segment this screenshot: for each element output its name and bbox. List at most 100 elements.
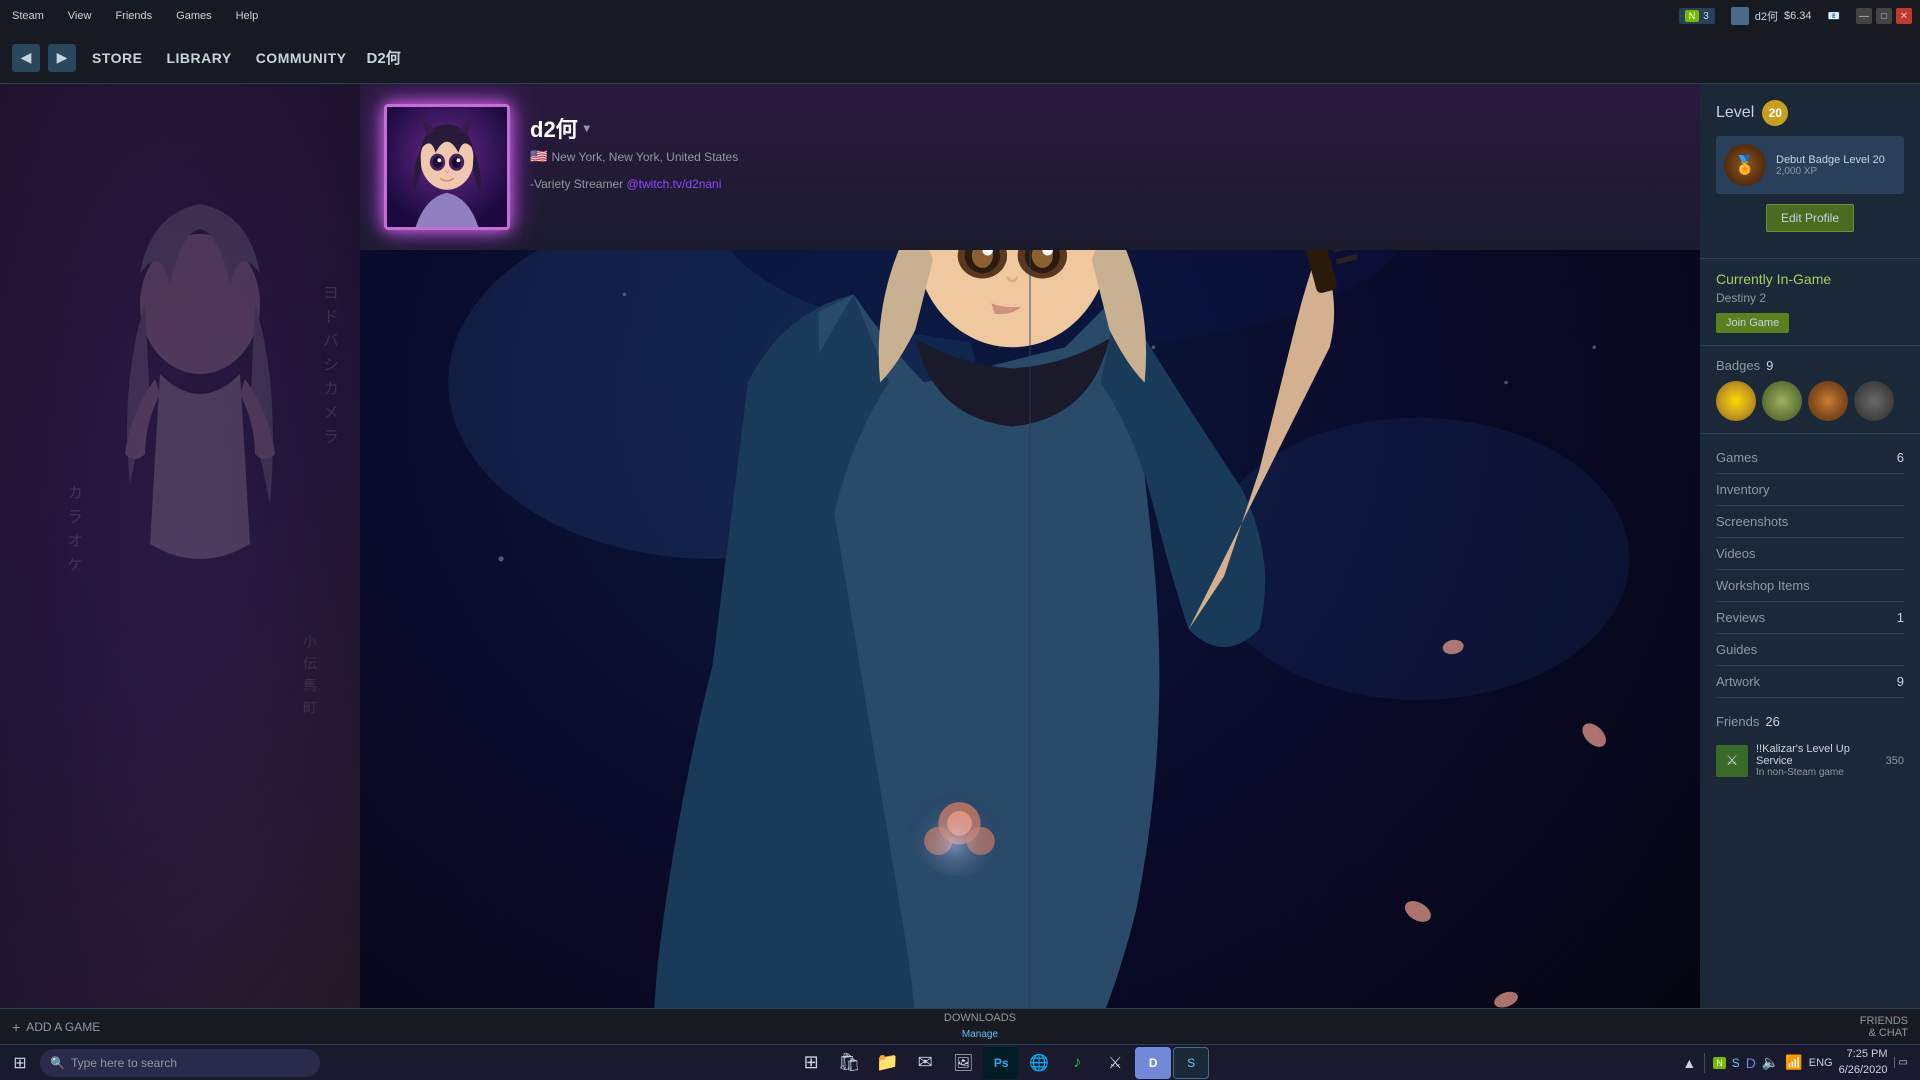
search-placeholder: Type here to search xyxy=(71,1056,177,1070)
title-bar: Steam View Friends Games Help N 3 d2何 $6… xyxy=(0,0,1920,32)
profile-name-container: d2何 ▾ xyxy=(530,112,1676,144)
store-nav-link[interactable]: STORE xyxy=(84,46,150,70)
right-sidebar: Level 20 🏅 Debut Badge Level 20 2,000 XP… xyxy=(1700,84,1920,1044)
taskbar-app-chrome[interactable]: 🌐 xyxy=(1021,1047,1057,1079)
flag-icon: 🇺🇸 xyxy=(530,148,547,165)
friends-title: Friends 26 xyxy=(1716,714,1904,729)
forward-button[interactable]: ▶ xyxy=(48,44,76,72)
library-nav-link[interactable]: LIBRARY xyxy=(158,46,239,70)
stat-inventory[interactable]: Inventory xyxy=(1716,474,1904,506)
stats-section: Games 6 Inventory Screenshots Videos Wor… xyxy=(1700,434,1920,706)
debut-badge-info: Debut Badge Level 20 2,000 XP xyxy=(1776,154,1896,177)
profile-location: 🇺🇸 New York, New York, United States xyxy=(530,148,1676,165)
jp-text-1: カラオケ xyxy=(60,484,84,580)
downloads-area: DOWNLOADS Manage xyxy=(944,1012,1016,1042)
tray-count: 3 xyxy=(1703,11,1709,22)
profile-bio: -Variety Streamer @twitch.tv/d2nani xyxy=(530,177,1676,191)
edit-profile-button[interactable]: Edit Profile xyxy=(1766,204,1854,232)
twitch-link[interactable]: @twitch.tv/d2nani xyxy=(626,177,721,191)
taskbar-app-spotify[interactable]: ♪ xyxy=(1059,1047,1095,1079)
tray-chevron[interactable]: ▲ xyxy=(1682,1055,1696,1071)
add-game-button[interactable]: + ADD A GAME xyxy=(12,1019,100,1035)
taskbar-app-photos[interactable]: 🖼 xyxy=(945,1047,981,1079)
add-game-label: ADD A GAME xyxy=(26,1020,100,1034)
taskbar-app-explorer[interactable]: 📁 xyxy=(869,1047,905,1079)
menu-friends[interactable]: Friends xyxy=(111,10,156,22)
taskbar-app-photoshop[interactable]: Ps xyxy=(983,1047,1019,1079)
profile-username: d2何 xyxy=(530,112,578,144)
titlebar-right: N 3 d2何 $6.34 📧 — □ ✕ xyxy=(1679,7,1912,25)
jp-text-2: ヨドバシカメラ xyxy=(316,284,340,452)
taskbar-app-steam[interactable]: S xyxy=(1173,1047,1209,1079)
friend-item[interactable]: ⚔ !!Kalizar's Level Up Service In non-St… xyxy=(1716,737,1904,784)
taskbar-left: ⊞ 🔍 Type here to search xyxy=(4,1047,320,1079)
bio-text: -Variety Streamer xyxy=(530,177,623,191)
location-text: New York, New York, United States xyxy=(551,150,738,164)
back-button[interactable]: ◀ xyxy=(12,44,40,72)
nvidia-icon: N xyxy=(1685,10,1700,22)
badge-verdant[interactable] xyxy=(1762,381,1802,421)
window-controls: — □ ✕ xyxy=(1856,8,1912,24)
taskbar-app-mail[interactable]: ✉ xyxy=(907,1047,943,1079)
menu-view[interactable]: View xyxy=(64,10,96,22)
tray-volume[interactable]: 🔈 xyxy=(1762,1054,1779,1071)
stat-screenshots[interactable]: Screenshots xyxy=(1716,506,1904,538)
friends-chat-button[interactable]: FRIENDS& CHAT xyxy=(1860,1015,1908,1039)
badge-dark[interactable] xyxy=(1854,381,1894,421)
friend-status: In non-Steam game xyxy=(1756,767,1878,778)
clock-date: 6/26/2020 xyxy=(1839,1064,1888,1076)
show-desktop[interactable]: ▭ xyxy=(1894,1057,1908,1068)
close-button[interactable]: ✕ xyxy=(1896,8,1912,24)
tray-steam: S xyxy=(1732,1056,1740,1070)
menu-steam[interactable]: Steam xyxy=(8,10,48,22)
start-button[interactable]: ⊞ xyxy=(4,1047,36,1079)
avatar-container xyxy=(384,104,510,230)
stat-reviews[interactable]: Reviews 1 xyxy=(1716,602,1904,634)
maximize-button[interactable]: □ xyxy=(1876,8,1892,24)
taskbar-apps: ⊞ 🛍 📁 ✉ 🖼 Ps 🌐 ♪ ⚔ D S xyxy=(793,1047,1209,1079)
stat-guides[interactable]: Guides xyxy=(1716,634,1904,666)
friend-info: !!Kalizar's Level Up Service In non-Stea… xyxy=(1756,743,1878,778)
taskbar-app-store[interactable]: 🛍 xyxy=(831,1047,867,1079)
plus-icon: + xyxy=(12,1019,20,1035)
debut-badge-name: Debut Badge Level 20 xyxy=(1776,154,1896,166)
manage-link[interactable]: Manage xyxy=(962,1029,998,1040)
menu-help[interactable]: Help xyxy=(232,10,263,22)
debut-badge-icon: 🏅 xyxy=(1724,144,1766,186)
friends-section: Friends 26 ⚔ !!Kalizar's Level Up Servic… xyxy=(1700,706,1920,792)
level-title: Level 20 xyxy=(1716,100,1904,126)
navbar-username[interactable]: D2何 xyxy=(367,47,401,68)
downloads-label: DOWNLOADS xyxy=(944,1012,1016,1024)
left-decorative-panel: カラオケ ヨドバシカメラ 小伝馬町 xyxy=(0,84,360,1044)
join-game-button[interactable]: Join Game xyxy=(1716,313,1789,333)
in-game-name: Destiny 2 xyxy=(1716,291,1904,305)
stat-workshop[interactable]: Workshop Items xyxy=(1716,570,1904,602)
tray-network[interactable]: 📶 xyxy=(1785,1054,1802,1071)
community-nav-link[interactable]: COMMUNITY xyxy=(248,46,355,70)
stat-artwork[interactable]: Artwork 9 xyxy=(1716,666,1904,698)
tray-balance: $6.34 xyxy=(1784,10,1812,22)
tray-divider xyxy=(1704,1053,1705,1073)
avatar-image xyxy=(387,107,507,227)
level-section: Level 20 🏅 Debut Badge Level 20 2,000 XP… xyxy=(1700,84,1920,259)
search-bar[interactable]: 🔍 Type here to search xyxy=(40,1049,320,1077)
clock-time: 7:25 PM xyxy=(1847,1048,1888,1060)
system-clock: 7:25 PM 6/26/2020 xyxy=(1839,1047,1888,1078)
profile-dropdown-arrow[interactable]: ▾ xyxy=(584,121,590,135)
debut-badge: 🏅 Debut Badge Level 20 2,000 XP xyxy=(1716,136,1904,194)
badge-gold[interactable] xyxy=(1716,381,1756,421)
in-game-title: Currently In-Game xyxy=(1716,271,1904,287)
badge-bronze[interactable] xyxy=(1808,381,1848,421)
tray-lang[interactable]: ENG xyxy=(1809,1057,1833,1069)
stat-videos[interactable]: Videos xyxy=(1716,538,1904,570)
menu-games[interactable]: Games xyxy=(172,10,215,22)
in-game-section: Currently In-Game Destiny 2 Join Game xyxy=(1700,259,1920,346)
tray-avatar xyxy=(1731,7,1749,25)
minimize-button[interactable]: — xyxy=(1856,8,1872,24)
taskbar-app-taskview[interactable]: ⊞ xyxy=(793,1047,829,1079)
stat-games[interactable]: Games 6 xyxy=(1716,442,1904,474)
taskbar-app-destiny[interactable]: ⚔ xyxy=(1097,1047,1133,1079)
taskbar-app-discord[interactable]: D xyxy=(1135,1047,1171,1079)
friend-name: !!Kalizar's Level Up Service xyxy=(1756,743,1878,767)
friend-avatar: ⚔ xyxy=(1716,745,1748,777)
